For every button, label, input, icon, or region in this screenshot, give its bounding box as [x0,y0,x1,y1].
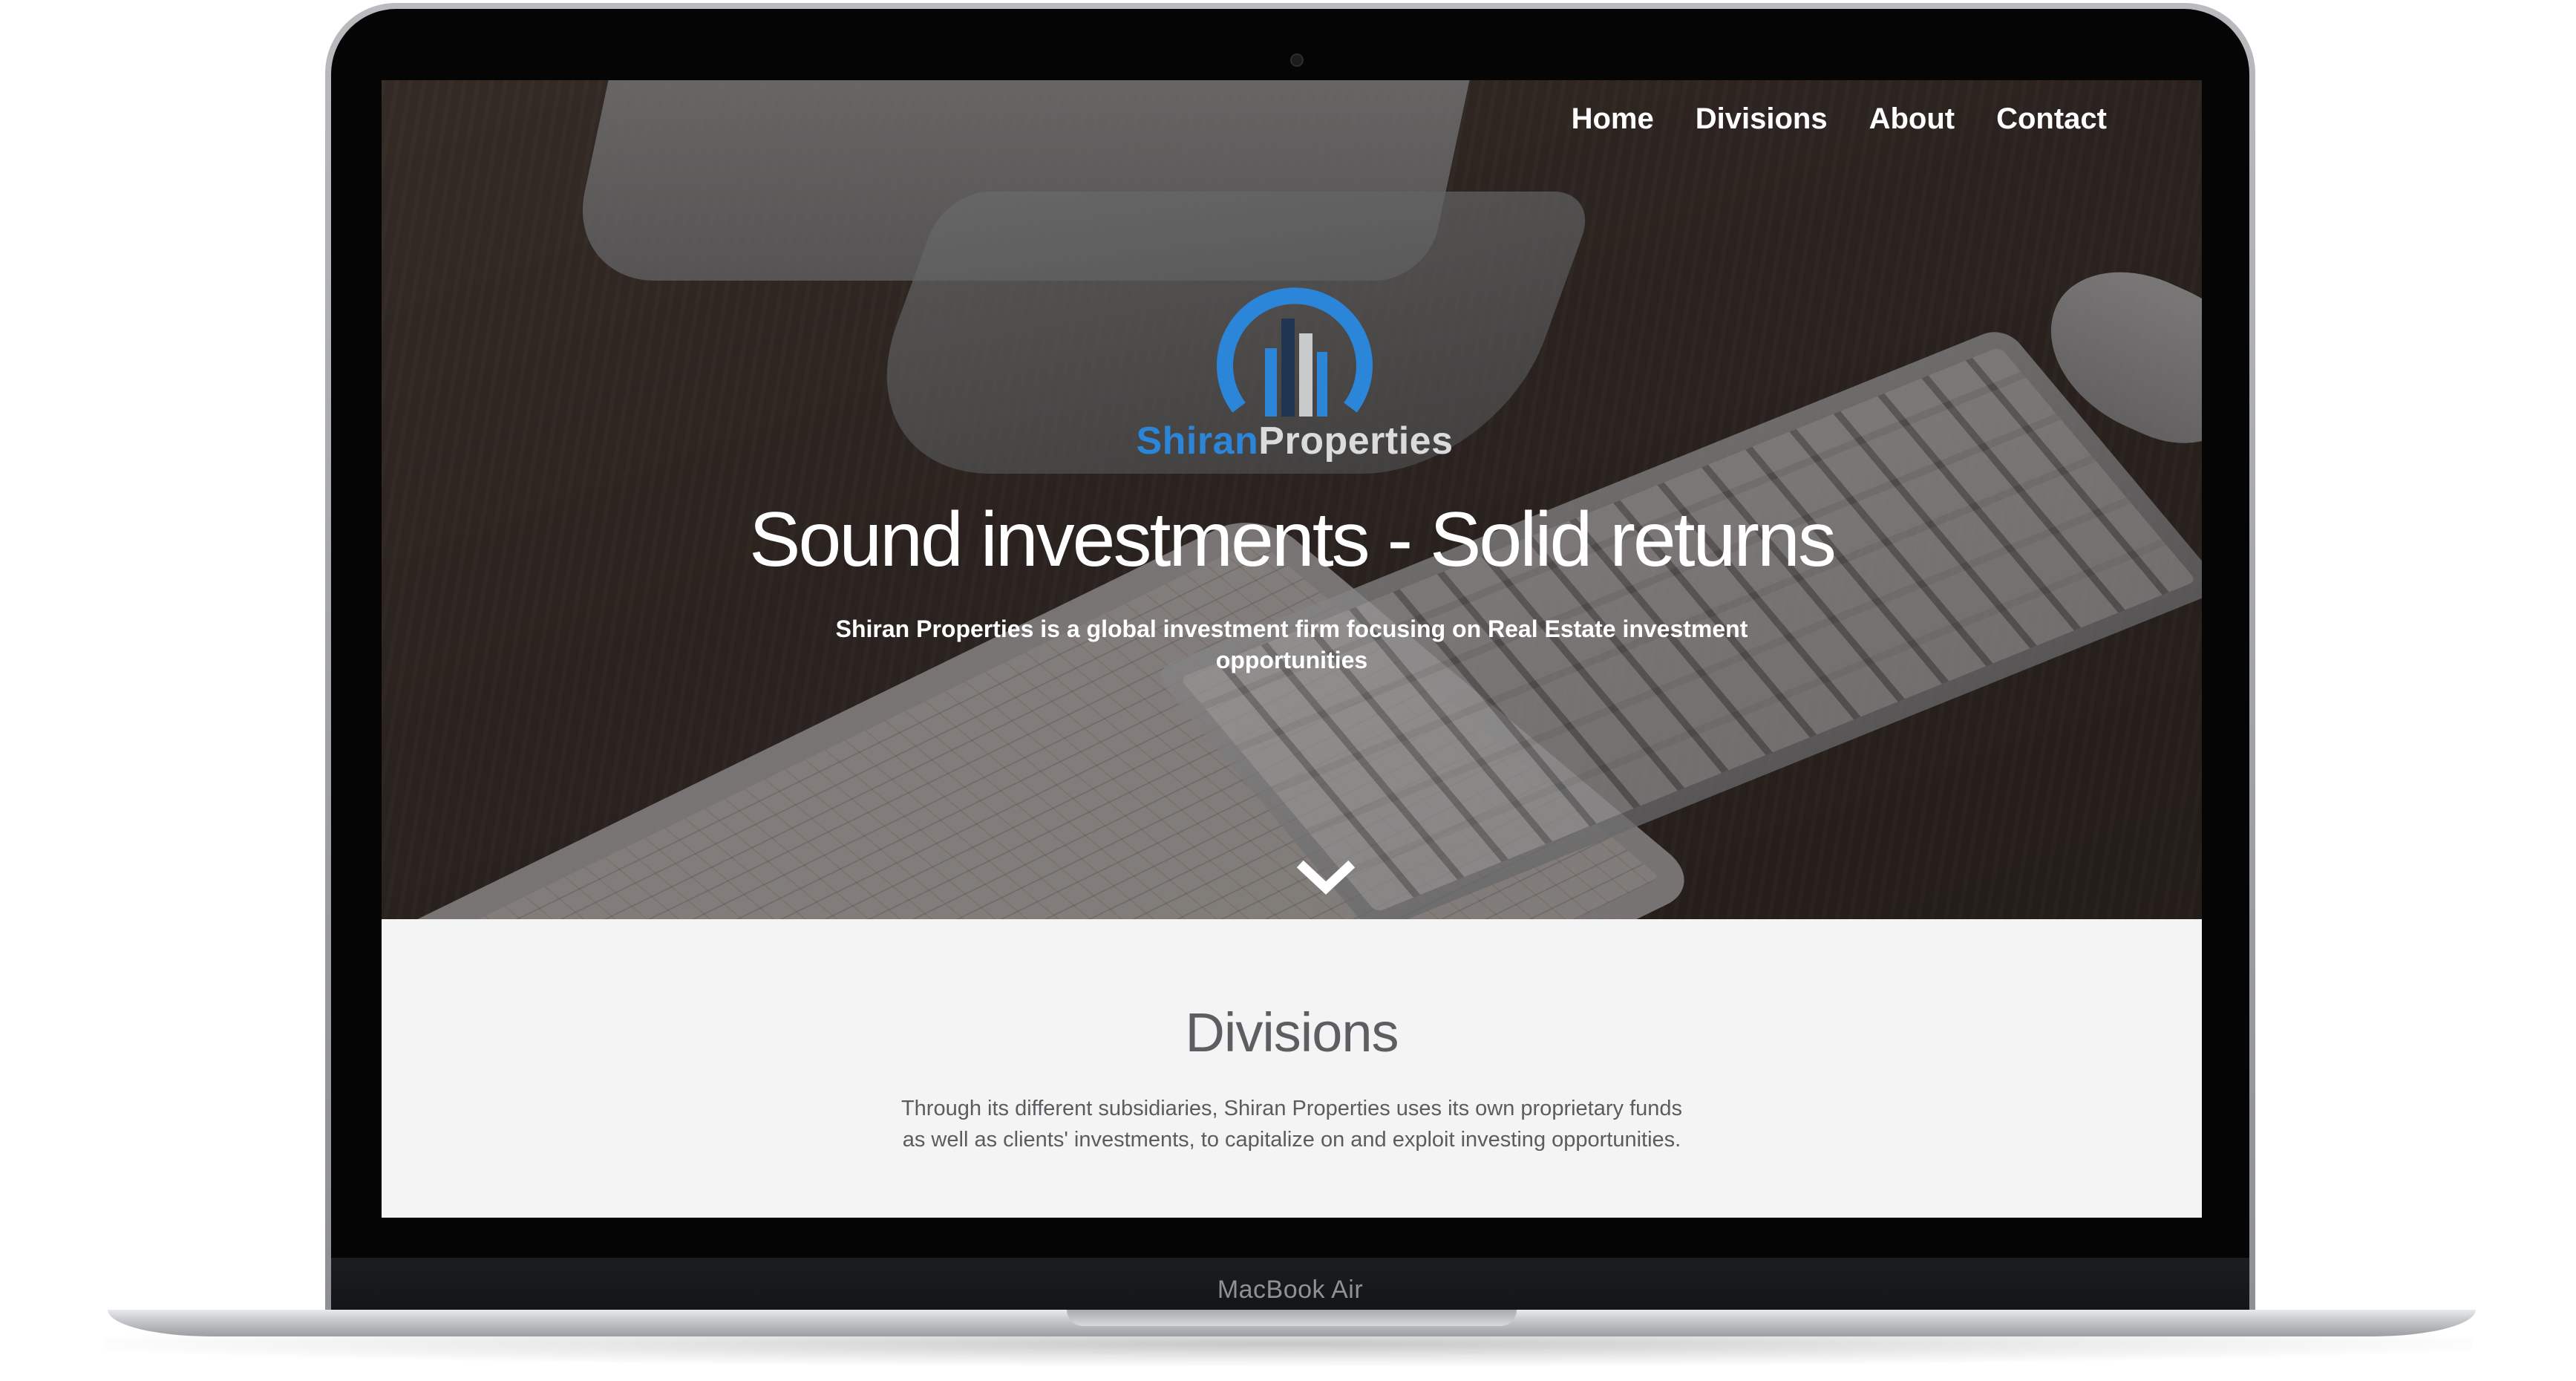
nav-link-contact[interactable]: Contact [1996,97,2107,142]
logo-word-2: Properties [1258,419,1454,463]
main-nav: Home Divisions About Contact [1572,97,2107,142]
logo-wordmark: ShiranProperties [1131,419,1458,463]
nav-link-divisions[interactable]: Divisions [1696,97,1828,142]
company-logo[interactable]: ShiranProperties [1131,278,1458,471]
chevron-down-icon [1296,860,1356,895]
laptop-base [108,1310,2476,1336]
nav-link-home[interactable]: Home [1572,97,1654,142]
logo-word-1: Shiran [1136,419,1259,463]
divisions-title: Divisions [1185,1002,1399,1063]
scroll-down-button[interactable] [1296,857,1356,901]
hero-subtitle: Shiran Properties is a global investment… [835,616,1748,673]
camera-icon [1290,53,1304,67]
nav-link-about[interactable]: About [1869,97,1955,142]
device-label: MacBook Air [1217,1276,1364,1304]
divisions-description: Through its different subsidiaries, Shir… [872,1093,1712,1155]
website-screen: Home Divisions About Contact ShiranPrope… [382,80,2202,1218]
hero-section: Home Divisions About Contact ShiranPrope… [382,80,2202,919]
divisions-section: Divisions Through its different subsidia… [382,919,2202,1218]
divisions-text-line-2: as well as clients' investments, to capi… [902,1128,1681,1152]
laptop-notch [1067,1310,1517,1326]
hero-title: Sound investments - Solid returns [749,497,1837,583]
logo-mark-icon [1217,287,1373,417]
divisions-text-line-1: Through its different subsidiaries, Shir… [900,1097,1683,1120]
